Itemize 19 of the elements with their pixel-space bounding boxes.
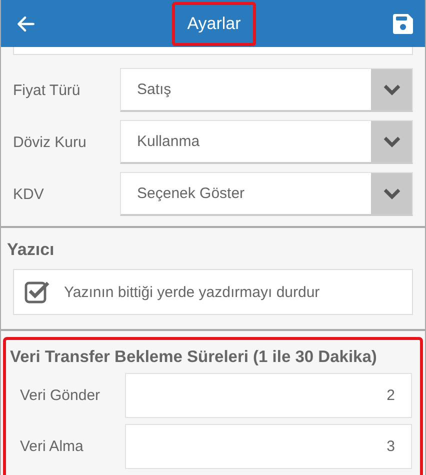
- field-label: Fiyat Türü: [13, 82, 82, 98]
- dropdown[interactable]: Kullanma: [120, 120, 413, 164]
- field-label: Veri Gönder: [19, 387, 102, 404]
- save-icon[interactable]: [390, 12, 415, 36]
- chevron-down-icon[interactable]: [371, 173, 412, 214]
- checkbox-row[interactable]: Yazının bittiği yerde yazdırmayı durdur: [13, 269, 413, 315]
- section-heading: Yazıcı: [7, 240, 56, 260]
- number-field[interactable]: 3: [125, 424, 412, 469]
- field-label: Döviz Kuru: [13, 134, 88, 150]
- dropdown[interactable]: Seçenek Göster: [120, 172, 413, 216]
- screen-title: Ayarlar: [172, 2, 256, 46]
- field-label: KDV: [13, 186, 45, 202]
- section-heading: Veri Transfer Bekleme Süreleri (1 ile 30 Dakika): [10, 348, 378, 367]
- field-label: Veri Alma: [19, 438, 84, 455]
- dropdown[interactable]: Satış: [120, 68, 413, 112]
- chevron-down-icon[interactable]: [371, 69, 412, 110]
- number-field[interactable]: 2: [125, 373, 412, 418]
- chevron-down-icon[interactable]: [371, 121, 412, 162]
- checkbox[interactable]: [24, 279, 50, 305]
